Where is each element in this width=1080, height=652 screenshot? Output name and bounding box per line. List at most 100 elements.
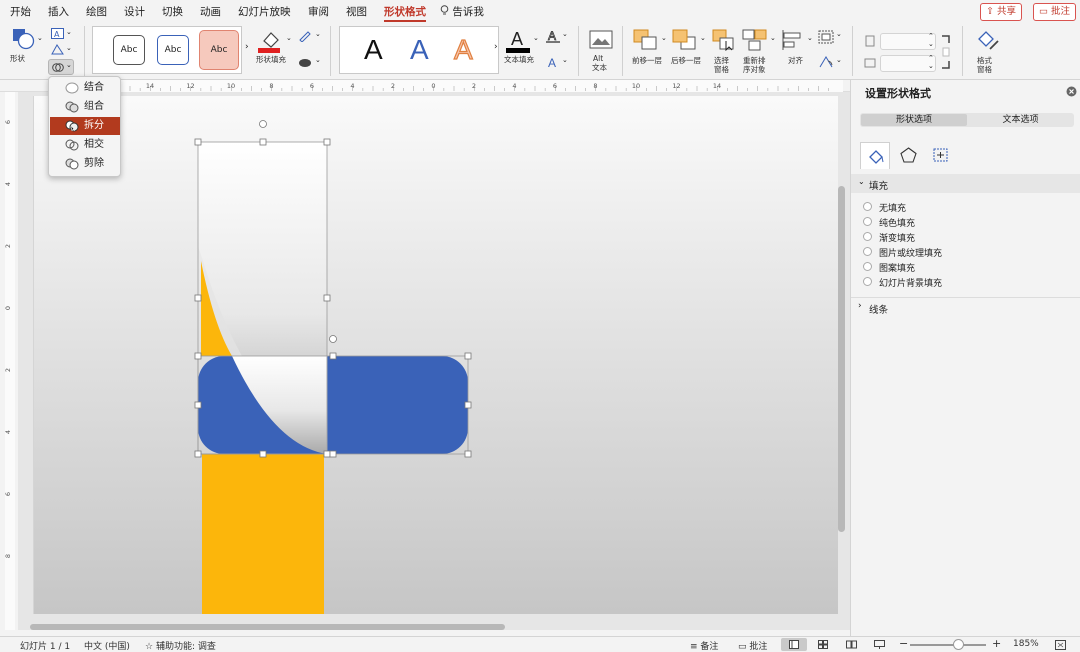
text-outline-icon[interactable]: A [546,29,560,43]
align-icon[interactable] [781,29,805,51]
slideshow-icon[interactable] [874,640,885,649]
ribbon: ⌄ 形状 A ⌄ ⌄ ⌄ Abc Abc Abc › ⌄ 形状填充 ⌄ ⌄ A … [0,22,1080,80]
reorder-objects-icon[interactable] [742,29,768,51]
menu-item-intersect[interactable]: 相交 [50,136,120,154]
styles-gallery-more-icon[interactable]: › [245,42,249,52]
menu-item-subtract[interactable]: 剪除 [50,155,120,173]
rotate-chevron-icon[interactable]: ⌄ [836,56,842,64]
share-button[interactable]: ⇪ 共享 [980,3,1023,21]
text-box-icon[interactable]: A [51,28,64,39]
rotate-icon[interactable] [818,55,834,69]
fill-section-header[interactable]: ⌄ 填充 [851,174,1080,193]
bring-forward-icon[interactable] [633,29,659,51]
tab-home[interactable]: 开始 [10,4,31,19]
zoom-slider-thumb[interactable] [953,639,964,650]
reorder-chevron-icon[interactable]: ⌄ [770,34,776,42]
zoom-in-icon[interactable]: + [992,637,1001,650]
vertical-scrollbar[interactable] [838,186,845,532]
selection-pane-icon[interactable] [712,29,736,51]
zoom-slider-track[interactable] [910,644,986,646]
text-box-chevron-icon[interactable]: ⌄ [66,28,72,36]
tab-text-options[interactable]: 文本选项 [968,114,1073,126]
menu-item-fragment[interactable]: 拆分 [50,117,120,135]
close-icon[interactable] [1066,86,1077,97]
tab-shape-options[interactable]: 形状选项 [861,114,967,126]
reading-view-icon[interactable] [846,640,857,649]
fill-option-slide-background[interactable]: 幻灯片背景填充 [863,276,942,289]
fill-option-pattern[interactable]: 图案填充 [863,261,915,274]
text-fill-chevron-icon[interactable]: ⌄ [533,34,539,42]
tab-animations[interactable]: 动画 [200,4,221,19]
tab-review[interactable]: 审阅 [308,4,329,19]
shape-outline-icon[interactable] [298,30,312,42]
wordart-style-blue[interactable]: A [410,33,429,67]
send-backward-chevron-icon[interactable]: ⌄ [700,34,706,42]
divider [578,26,579,76]
merge-shapes-button[interactable]: ⌄ [48,59,74,75]
send-backward-icon[interactable] [672,29,698,51]
fill-option-none[interactable]: 无填充 [863,201,906,214]
align-chevron-icon[interactable]: ⌄ [807,34,813,42]
tab-design[interactable]: 设计 [124,4,145,19]
shapes-icon[interactable] [12,28,36,50]
shape-effects-chevron-icon[interactable]: ⌄ [315,56,321,64]
shape-outline-chevron-icon[interactable]: ⌄ [315,30,321,38]
edit-shape-chevron-icon[interactable]: ⌄ [66,44,72,52]
tell-me-search[interactable]: 告诉我 [440,4,484,19]
fill-option-solid[interactable]: 纯色填充 [863,216,915,229]
effects-pentagon-icon[interactable] [900,147,917,163]
comments-button[interactable]: ▭ 批注 [1033,3,1077,21]
wordart-gallery-more-icon[interactable]: › [494,42,498,52]
wordart-style-black[interactable]: A [364,33,383,67]
size-properties-icon[interactable] [932,147,949,163]
format-pane-icon[interactable] [974,27,1000,53]
width-stepper-icon[interactable]: ⌃ ⌄ [928,54,934,70]
fill-option-gradient[interactable]: 渐变填充 [863,231,915,244]
text-fill-icon[interactable]: A [506,27,532,53]
slide-workspace[interactable] [18,92,850,630]
tab-transitions[interactable]: 切换 [162,4,183,19]
group-objects-icon[interactable] [818,30,834,44]
horizontal-scrollbar[interactable] [30,624,505,630]
tab-draw[interactable]: 绘图 [86,4,107,19]
tab-slideshow[interactable]: 幻灯片放映 [238,4,291,19]
zoom-level[interactable]: 185% [1013,639,1039,649]
lock-aspect-icon[interactable] [941,34,951,70]
fill-line-tab[interactable] [860,142,890,169]
height-stepper-icon[interactable]: ⌃ ⌄ [928,32,934,48]
wordart-style-orange-outline[interactable]: A [453,33,473,67]
text-effects-icon[interactable]: A [546,55,560,69]
shape-effects-icon[interactable] [298,56,312,68]
slide-sorter-icon[interactable] [818,640,828,649]
fill-option-picture-texture[interactable]: 图片或纹理填充 [863,246,942,259]
shape-style-3[interactable]: Abc [199,30,239,70]
zoom-out-icon[interactable]: − [899,637,908,650]
fit-to-window-icon[interactable] [1055,640,1066,650]
comments-status-button[interactable]: ▭ 批注 [738,639,767,652]
menu-item-combine[interactable]: 组合 [50,98,120,116]
shape-fill-chevron-icon[interactable]: ⌄ [286,34,292,42]
line-section-header[interactable]: › 线条 [851,297,1080,316]
shape-style-1[interactable]: Abc [113,35,145,65]
language-indicator[interactable]: 中文 (中国) [84,639,130,652]
group-chevron-icon[interactable]: ⌄ [836,30,842,38]
blue-rounded-rectangle-shape[interactable] [198,356,468,454]
normal-view-button[interactable] [781,638,807,651]
bring-forward-chevron-icon[interactable]: ⌄ [661,34,667,42]
accessibility-status[interactable]: ☆ 辅助功能: 调查 [145,639,216,652]
orange-rectangle-shape[interactable] [202,454,324,614]
paint-bucket-icon[interactable] [258,27,284,53]
edit-shape-icon[interactable] [51,44,64,55]
slide-canvas[interactable] [33,96,838,614]
tab-view[interactable]: 视图 [346,4,367,19]
notes-button[interactable]: ≡ 备注 [690,639,718,652]
share-icon: ⇪ [986,6,994,17]
shapes-dropdown-chevron-icon[interactable]: ⌄ [37,34,43,42]
tab-insert[interactable]: 插入 [48,4,69,19]
alt-text-icon[interactable] [589,30,613,50]
menu-item-union[interactable]: 结合 [50,79,120,97]
text-outline-chevron-icon[interactable]: ⌄ [562,30,568,38]
tab-shape-format[interactable]: 形状格式 [384,4,426,22]
text-effects-chevron-icon[interactable]: ⌄ [562,56,568,64]
shape-style-2[interactable]: Abc [157,35,189,65]
